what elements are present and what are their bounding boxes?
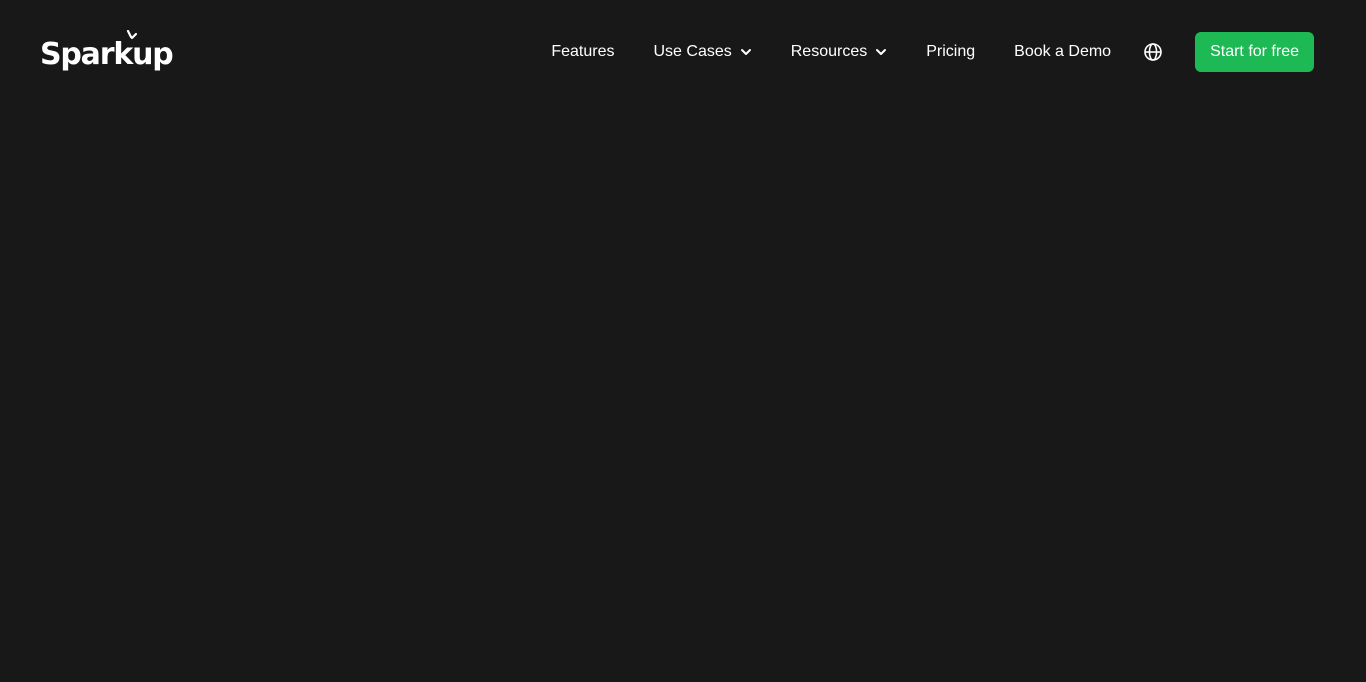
globe-icon — [1144, 43, 1162, 61]
page: Sparkup Features Use Cases Resources Pri… — [0, 0, 1366, 682]
nav-item-label: Book a Demo — [1014, 43, 1112, 60]
nav-item-label: Resources — [790, 43, 868, 60]
chevron-down-icon — [740, 49, 751, 55]
language-selector[interactable] — [1143, 42, 1163, 62]
logo-wordmark: Sparkup — [40, 37, 174, 72]
nav-item-pricing[interactable]: Pricing — [926, 43, 975, 61]
site-header: Sparkup Features Use Cases Resources Pri… — [0, 0, 1366, 104]
chevron-down-icon — [876, 49, 887, 55]
nav-item-label: Features — [551, 43, 615, 60]
main-nav: Features Use Cases Resources Pricing Boo… — [551, 32, 1314, 72]
start-for-free-button[interactable]: Start for free — [1195, 32, 1314, 72]
nav-item-book-a-demo[interactable]: Book a Demo — [1014, 43, 1111, 61]
nav-item-use-cases[interactable]: Use Cases — [654, 43, 752, 61]
nav-item-features[interactable]: Features — [551, 43, 614, 61]
nav-item-label: Use Cases — [653, 43, 732, 60]
nav-item-resources[interactable]: Resources — [791, 43, 887, 61]
main-content — [0, 104, 1366, 682]
nav-item-label: Pricing — [926, 43, 976, 60]
spark-icon — [126, 30, 138, 40]
sparkup-logo[interactable]: Sparkup — [40, 30, 174, 74]
